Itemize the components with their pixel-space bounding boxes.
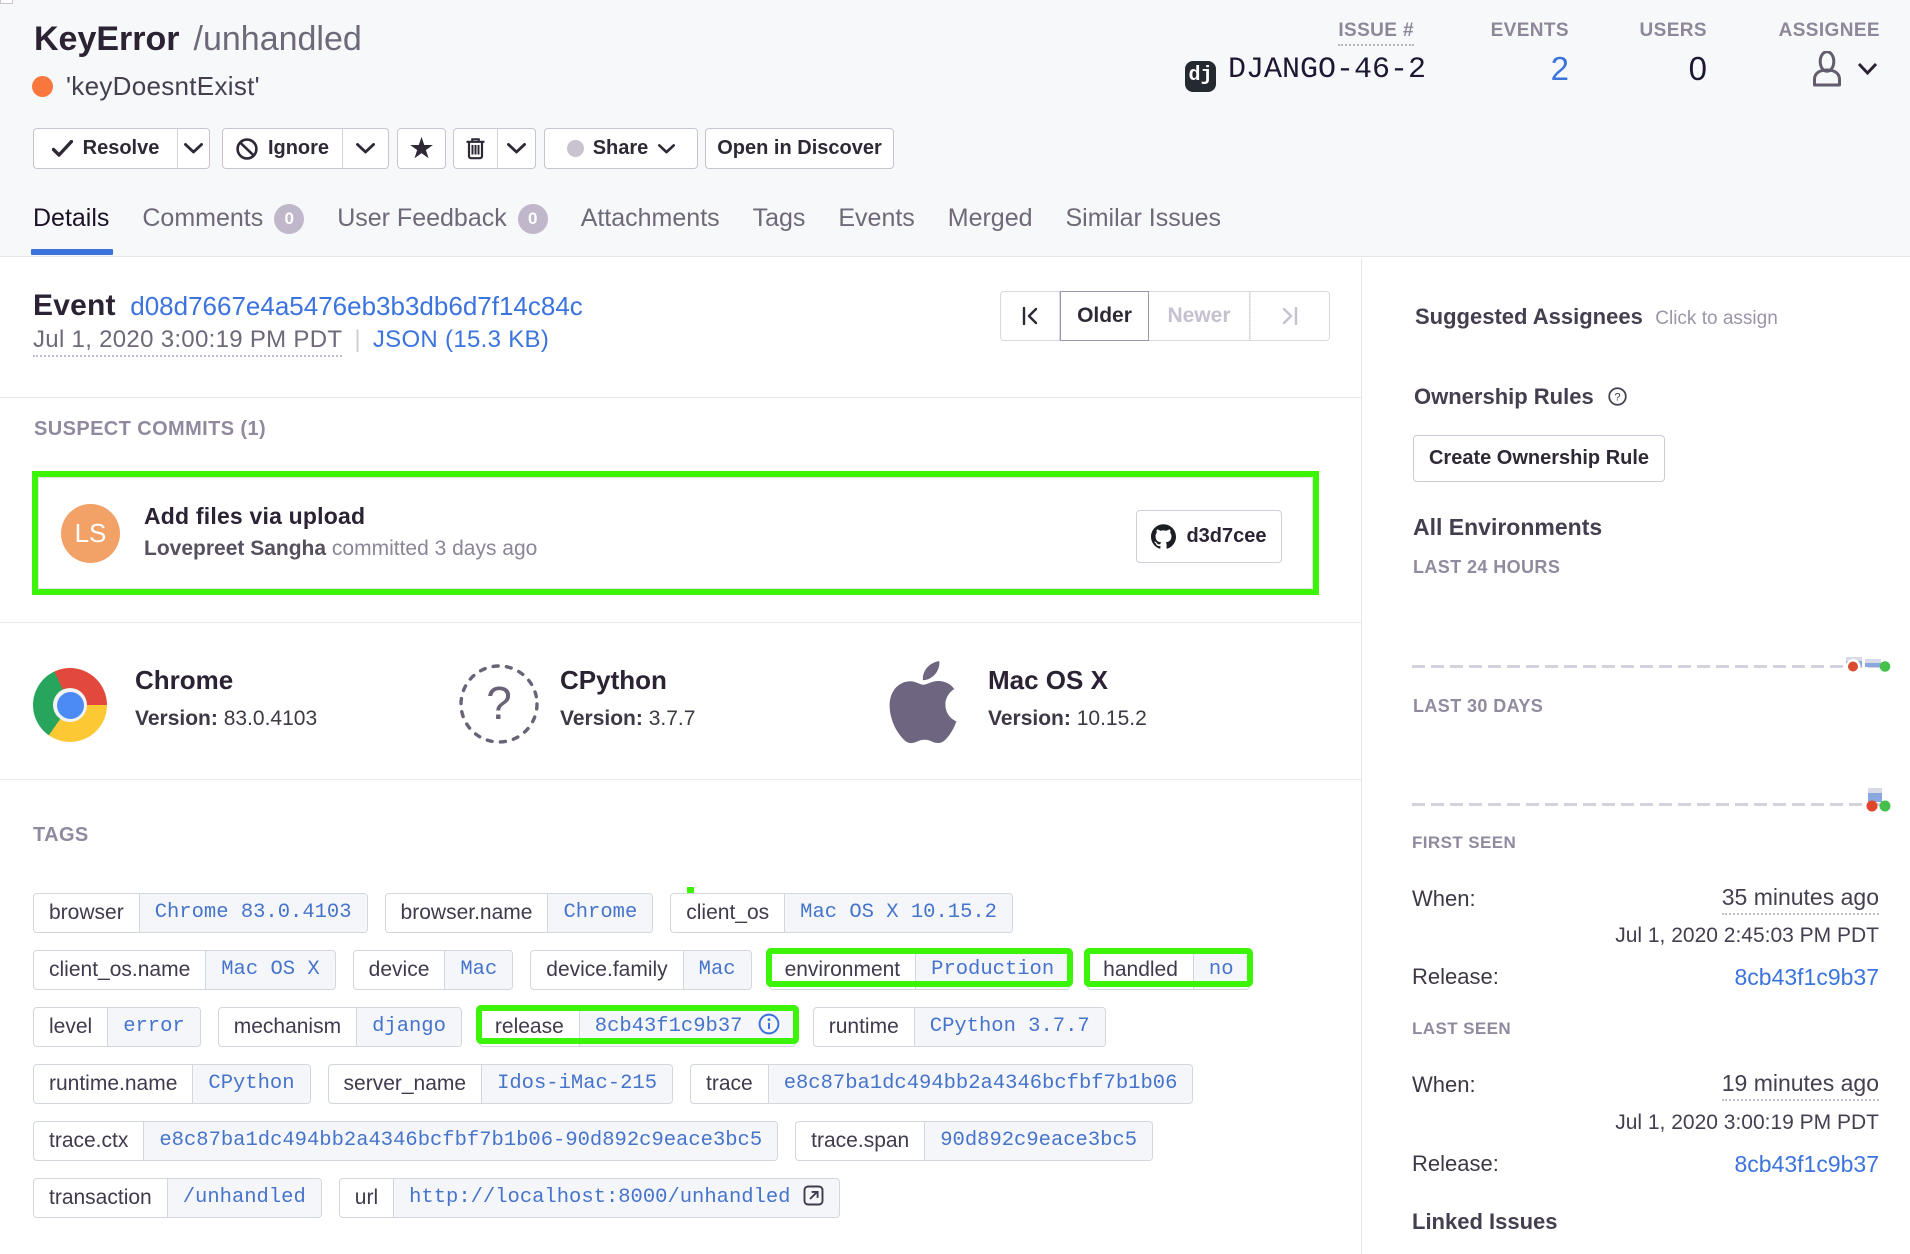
svg-text:?: ?	[486, 677, 512, 729]
svg-text:?: ?	[1615, 391, 1621, 403]
